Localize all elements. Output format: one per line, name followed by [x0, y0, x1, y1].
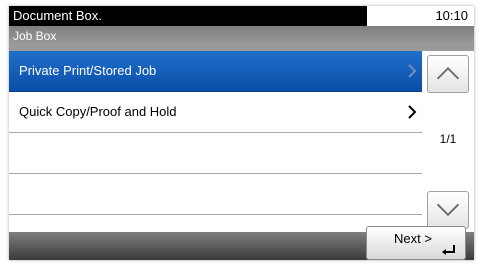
list-item-empty — [9, 133, 422, 174]
chevron-right-icon — [408, 64, 417, 78]
chevron-right-icon — [408, 105, 417, 119]
page-indicator: 1/1 — [439, 132, 457, 146]
status-time-box: 10:10 — [367, 6, 474, 26]
list-item-empty — [9, 174, 422, 215]
chevron-down-icon — [436, 203, 460, 217]
list-item-label: Private Print/Stored Job — [19, 63, 157, 78]
scroll-down-button[interactable] — [427, 191, 469, 229]
status-bar: Document Box. 10:10 — [9, 6, 474, 26]
list-item-private-print[interactable]: Private Print/Stored Job — [9, 51, 422, 92]
list-scrollbar: 1/1 — [422, 51, 474, 233]
next-button[interactable]: Next > — [366, 226, 466, 260]
job-box-list: Private Print/Stored Job Quick Copy/Proo… — [9, 51, 422, 233]
chevron-up-icon — [436, 66, 460, 80]
screen-title: Job Box — [13, 29, 57, 43]
scroll-up-button[interactable] — [427, 55, 469, 93]
job-box-screen: Document Box. 10:10 Job Box Private Prin… — [9, 6, 474, 260]
list-item-quick-copy[interactable]: Quick Copy/Proof and Hold — [9, 92, 422, 133]
enter-arrow-icon — [442, 245, 455, 255]
screen-header: Job Box — [9, 26, 474, 46]
list-item-label: Quick Copy/Proof and Hold — [19, 104, 177, 119]
status-title: Document Box. — [13, 8, 102, 23]
status-time: 10:10 — [435, 8, 468, 23]
next-button-label: Next > — [394, 231, 432, 246]
